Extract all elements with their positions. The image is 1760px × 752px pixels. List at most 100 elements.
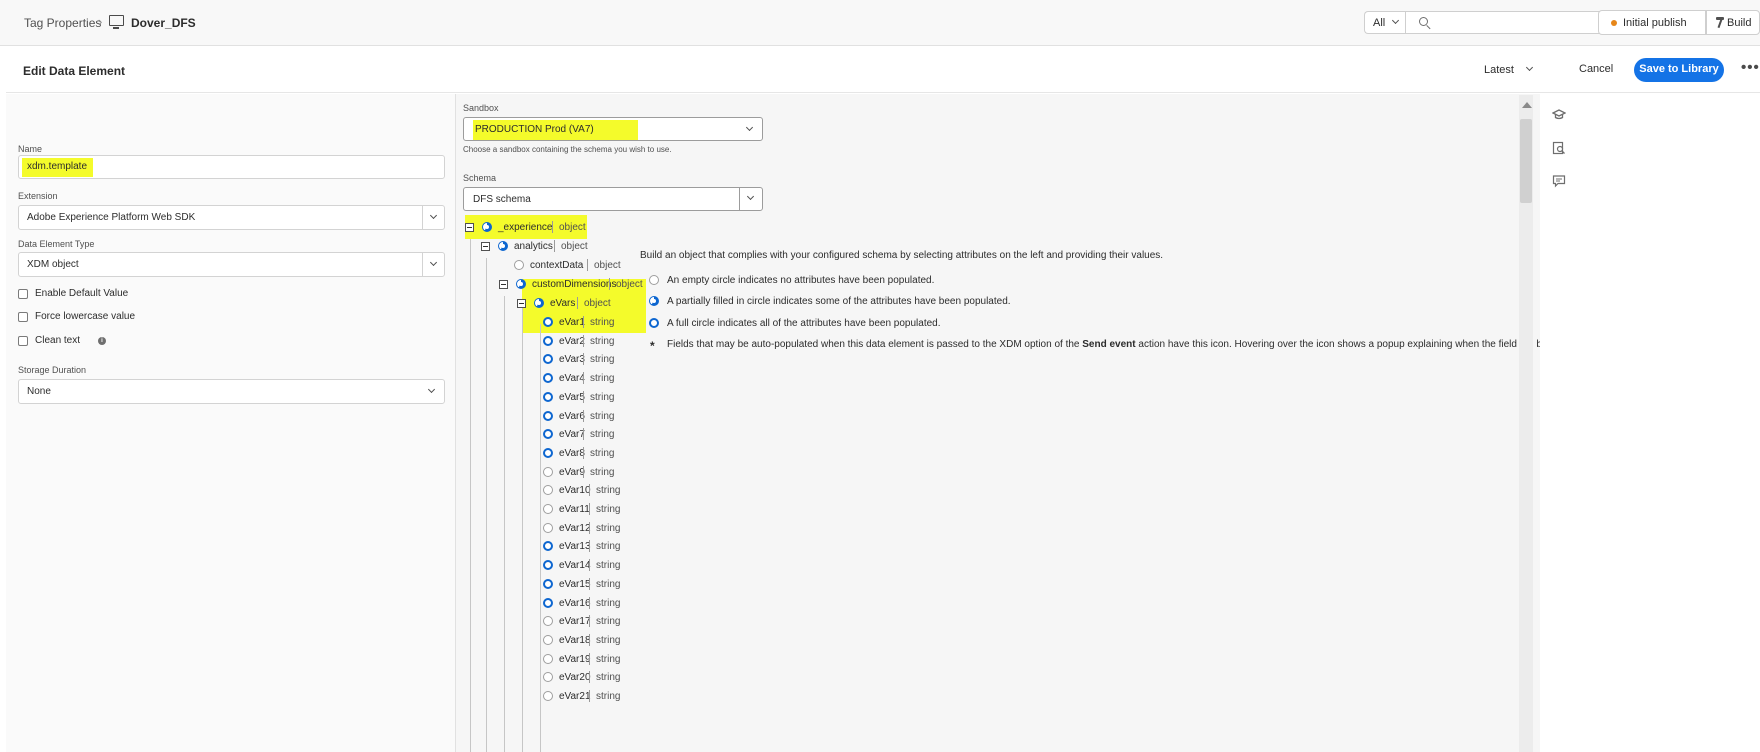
full-circle-icon [543,373,553,384]
vertical-scrollbar[interactable] [1519,95,1533,752]
tree-node-evar[interactable]: eVar17 string [543,612,653,631]
full-circle-icon [543,410,553,421]
learn-icon[interactable] [1551,108,1567,122]
comment-icon[interactable] [1552,174,1566,188]
node-name: eVar13 [559,541,591,553]
legend-partial-text: A partially filled in circle indicates s… [667,296,1011,307]
tree-node-evar[interactable]: eVar11 string [543,500,653,519]
type-dropdown-button[interactable] [422,253,444,276]
node-separator [583,409,584,422]
tree-node-evar[interactable]: eVar2 string [543,332,653,351]
node-separator [583,334,584,347]
save-to-library-button[interactable]: Save to Library [1634,58,1724,82]
checkbox-box[interactable] [18,336,28,346]
tree-guide-line [470,239,471,752]
tree-node-evar[interactable]: eVar20 string [543,668,653,687]
collapse-toggle-icon[interactable] [499,280,508,289]
tree-node-evar[interactable]: eVar15 string [543,575,653,594]
sandbox-select[interactable]: PRODUCTION Prod (VA7) [463,117,763,141]
node-name: _experience [498,222,553,233]
node-separator [589,484,590,497]
info-icon[interactable]: i [98,337,106,345]
version-select[interactable]: Latest [1484,63,1534,76]
extension-dropdown-button[interactable] [422,206,444,229]
checkbox-label: Force lowercase value [35,311,136,322]
tree-node-evar[interactable]: eVar19 string [543,650,653,669]
chevron-down-icon [745,123,754,132]
node-separator [589,540,590,553]
tree-node-evar[interactable]: eVar16 string [543,594,653,613]
breadcrumb-property-name[interactable]: Dover_DFS [131,16,196,30]
full-circle-icon [543,335,553,346]
tree-node-contextdata[interactable]: contextData object [507,256,647,275]
legend-auto-text: Fields that may be auto-populated when t… [667,339,1620,350]
checkbox-box[interactable] [18,289,28,299]
tree-node-evar[interactable]: eVar5 string [543,388,653,407]
tree-node-evar[interactable]: eVar1 string [543,313,653,332]
node-type: string [596,597,621,609]
scroll-thumb[interactable] [1520,119,1532,203]
tree-node-evar[interactable]: eVar6 string [543,407,653,426]
breadcrumb-separator: › [98,14,103,29]
tree-node-analytics[interactable]: analytics object [481,237,621,256]
tree-node-evar[interactable]: eVar4 string [543,369,653,388]
top-bar: Tag Properties › Dover_DFS All Initial p… [0,0,1760,46]
tree-node-customdimensions[interactable]: customDimensions object [499,275,669,294]
tree-node-evar[interactable]: eVar12 string [543,519,653,538]
tree-node-evar[interactable]: eVar14 string [543,556,653,575]
node-type: string [590,429,615,441]
tree-node-evars[interactable]: eVars object [517,294,637,313]
schema-select[interactable]: DFS schema [463,187,763,211]
collapse-toggle-icon[interactable] [465,223,474,232]
tree-node-evar[interactable]: eVar3 string [543,350,653,369]
tree-node-evar[interactable]: eVar18 string [543,631,653,650]
cancel-button[interactable]: Cancel [1579,63,1613,75]
chevron-down-icon [429,258,438,267]
tree-node-evar[interactable]: eVar13 string [543,537,653,556]
node-type: string [596,634,621,646]
build-button[interactable]: Build [1706,10,1760,35]
tree-node-evar[interactable]: eVar21 string [543,687,653,706]
name-field[interactable]: xdm.template [18,155,445,179]
storage-duration-select[interactable]: None [18,379,445,404]
node-name: eVar7 [559,429,585,441]
tree-node-evar[interactable]: eVar9 string [543,463,653,482]
node-type: string [596,616,621,628]
sandbox-label: Sandbox [463,103,499,113]
node-separator [589,690,590,702]
checkbox-box[interactable] [18,312,28,322]
chevron-down-icon [746,192,755,201]
tree-node-evar[interactable]: eVar10 string [543,481,653,500]
node-type: object [559,222,586,233]
collapse-toggle-icon[interactable] [481,242,490,251]
schema-dropdown-button[interactable] [739,188,762,210]
data-element-type-value: XDM object [27,259,79,270]
tree-node-evar[interactable]: eVar7 string [543,425,653,444]
search-document-icon[interactable] [1552,141,1566,155]
data-element-type-select[interactable]: XDM object [18,252,445,277]
data-element-form: Name xdm.template Extension Adobe Experi… [6,94,456,752]
schema-label: Schema [463,173,497,183]
editor-header: Edit Data Element Latest Cancel Save to … [6,47,1760,93]
empty-circle-icon [543,634,553,645]
node-name: eVar15 [559,578,591,590]
search-scope-select[interactable]: All [1364,11,1405,34]
legend-empty-text: An empty circle indicates no attributes … [667,275,935,286]
search-input[interactable] [1405,11,1617,34]
full-circle-icon [543,597,553,608]
scroll-up-arrow-icon[interactable] [1522,102,1532,108]
empty-circle-icon [543,466,553,477]
full-circle-icon [543,560,553,571]
extension-select[interactable]: Adobe Experience Platform Web SDK [18,205,445,230]
collapse-toggle-icon[interactable] [517,299,526,308]
extension-value: Adobe Experience Platform Web SDK [27,212,196,223]
node-type: string [596,522,621,534]
more-options-icon[interactable]: ••• [1741,59,1760,76]
chevron-down-icon [429,211,438,220]
node-name: eVar12 [559,522,591,534]
breadcrumb-tag-properties[interactable]: Tag Properties [24,16,101,30]
tree-node-evar[interactable]: eVar8 string [543,444,653,463]
tree-node-experience[interactable]: _experience object [465,218,605,237]
checkbox-label: Enable Default Value [35,288,129,299]
publishing-flow-button[interactable]: Initial publish [1598,10,1706,35]
